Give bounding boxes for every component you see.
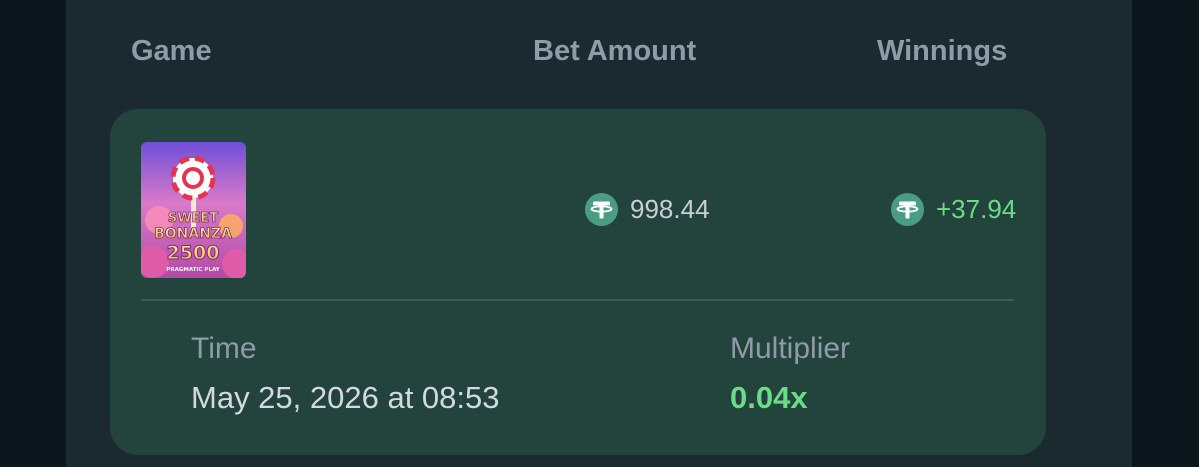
column-header-winnings: Winnings (877, 35, 1008, 67)
column-header-bet-amount: Bet Amount (533, 35, 697, 67)
tether-usdt-icon (585, 192, 618, 226)
multiplier-label: Multiplier (730, 332, 851, 365)
winnings-cell: +37.94 (891, 192, 1016, 226)
tether-usdt-icon (891, 192, 924, 226)
multiplier-value: 0.04x (730, 380, 808, 415)
thumbnail-text-line3: 2500 (167, 242, 220, 264)
bet-amount-cell: 998.44 (585, 192, 710, 226)
game-thumbnail[interactable]: SWEET BONANZA 2500 PRAGMATIC PLAY (141, 142, 246, 278)
time-label: Time (191, 332, 257, 365)
thumbnail-text-line2: BONANZA (154, 226, 232, 242)
winnings-value: +37.94 (936, 194, 1017, 224)
time-value: May 25, 2026 at 08:53 (191, 380, 500, 415)
column-header-game: Game (131, 35, 212, 67)
bet-amount-value: 998.44 (630, 194, 710, 224)
thumbnail-text-line1: SWEET (168, 211, 218, 226)
thumbnail-provider: PRAGMATIC PLAY (166, 267, 220, 273)
card-divider (141, 299, 1014, 301)
